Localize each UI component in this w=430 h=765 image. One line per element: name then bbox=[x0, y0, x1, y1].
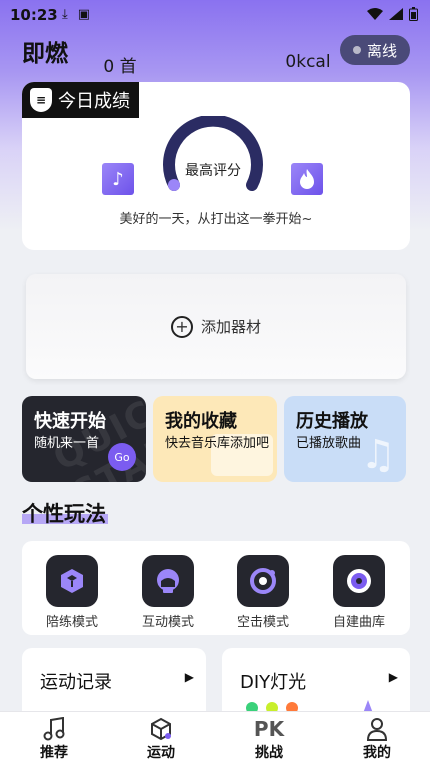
tab-challenge[interactable]: PK 挑战 bbox=[229, 716, 309, 762]
app-notification-icon: ▣ bbox=[77, 7, 91, 22]
tab-exercise[interactable]: 运动 bbox=[121, 716, 201, 762]
tab-mine[interactable]: 我的 bbox=[337, 716, 417, 762]
tab-mine-label: 我的 bbox=[363, 745, 391, 761]
best-score-gauge bbox=[163, 116, 263, 191]
go-button[interactable]: Go bbox=[108, 443, 136, 471]
add-equipment-label: 添加器材 bbox=[200, 318, 261, 336]
section-title: 个性玩法 bbox=[22, 502, 106, 526]
tab-challenge-label: 挑战 bbox=[255, 745, 283, 761]
mode-custom-library[interactable]: 自建曲库 bbox=[319, 555, 399, 630]
add-circle-icon: + bbox=[170, 315, 193, 338]
history-card[interactable]: ♫ 历史播放 已播放歌曲 bbox=[284, 396, 406, 482]
quick-start-card[interactable]: QUICK START 快速开始 随机来一首 Go bbox=[22, 396, 146, 482]
today-results-title: 今日成绩 bbox=[58, 91, 130, 112]
tab-recommend-label: 推荐 bbox=[40, 745, 68, 761]
slogan-text: 美好的一天，从打出这一拳开始~ bbox=[119, 212, 313, 227]
mode-shadowbox[interactable]: 空击模式 bbox=[223, 555, 303, 630]
bottom-tab-bar: 推荐 运动 PK 挑战 我的 bbox=[0, 711, 430, 765]
download-icon: ⤓ bbox=[62, 7, 68, 22]
music-note-icon bbox=[14, 716, 94, 742]
status-bar: 10:23 ⤓ ▣ bbox=[0, 0, 430, 30]
favorites-card[interactable]: 我的收藏 快去音乐库添加吧 bbox=[153, 396, 277, 482]
mode-custom-library-label: 自建曲库 bbox=[332, 615, 385, 630]
battery-icon bbox=[409, 7, 418, 21]
status-icons-right bbox=[367, 7, 418, 21]
mode-sparring-label: 陪练模式 bbox=[45, 615, 98, 630]
mode-sparring[interactable]: 陪练模式 bbox=[32, 555, 112, 630]
mode-interactive-label: 互动模式 bbox=[141, 615, 194, 630]
offline-dot-icon bbox=[352, 46, 361, 54]
wifi-icon bbox=[367, 8, 383, 20]
favorites-subtitle: 快去音乐库添加吧 bbox=[165, 436, 270, 451]
add-equipment-button[interactable]: + 添加器材 bbox=[26, 274, 406, 379]
mode-shadowbox-label: 空击模式 bbox=[236, 615, 289, 630]
cube-icon bbox=[46, 555, 98, 607]
play-arrow-icon: ▶ bbox=[388, 670, 398, 684]
signal-icon bbox=[389, 8, 403, 20]
best-score-label: 最高评分 bbox=[185, 163, 241, 179]
history-subtitle: 已播放歌曲 bbox=[296, 436, 362, 451]
boxing-glove-icon bbox=[142, 555, 194, 607]
song-count: 0 首 bbox=[103, 57, 137, 77]
pk-icon: PK bbox=[253, 717, 285, 741]
play-modes-card: 陪练模式 互动模式 空击模式 自建曲库 bbox=[22, 541, 410, 635]
offline-status-button[interactable]: 离线 bbox=[340, 35, 410, 65]
offline-label: 离线 bbox=[366, 41, 397, 60]
gauge-start-knob bbox=[168, 179, 180, 191]
quick-start-subtitle: 随机来一首 bbox=[34, 436, 100, 451]
status-icons-left: ⤓ ▣ bbox=[62, 7, 90, 22]
cube-icon bbox=[121, 716, 201, 742]
quick-start-title: 快速开始 bbox=[34, 411, 106, 432]
music-note-decoration-icon: ♫ bbox=[360, 432, 396, 478]
person-icon bbox=[337, 716, 417, 742]
favorites-title: 我的收藏 bbox=[165, 411, 237, 432]
today-results-tag: ≡ 今日成绩 bbox=[22, 82, 139, 118]
flame-icon bbox=[291, 163, 323, 195]
diy-lighting-title: DIY灯光 bbox=[240, 672, 307, 693]
exercise-record-title: 运动记录 bbox=[40, 672, 112, 693]
disc-icon bbox=[333, 555, 385, 607]
app-title: 即燃 bbox=[22, 41, 68, 67]
kcal-count: 0kcal bbox=[285, 52, 331, 72]
target-ring-icon bbox=[237, 555, 289, 607]
history-title: 历史播放 bbox=[296, 411, 368, 432]
tab-exercise-label: 运动 bbox=[147, 745, 175, 761]
status-time: 10:23 bbox=[10, 6, 58, 24]
shield-badge-icon: ≡ bbox=[30, 88, 52, 112]
mode-interactive[interactable]: 互动模式 bbox=[128, 555, 208, 630]
play-arrow-icon: ▶ bbox=[184, 670, 194, 684]
tab-recommend[interactable]: 推荐 bbox=[14, 716, 94, 762]
music-note-icon: ♪ bbox=[102, 163, 134, 195]
